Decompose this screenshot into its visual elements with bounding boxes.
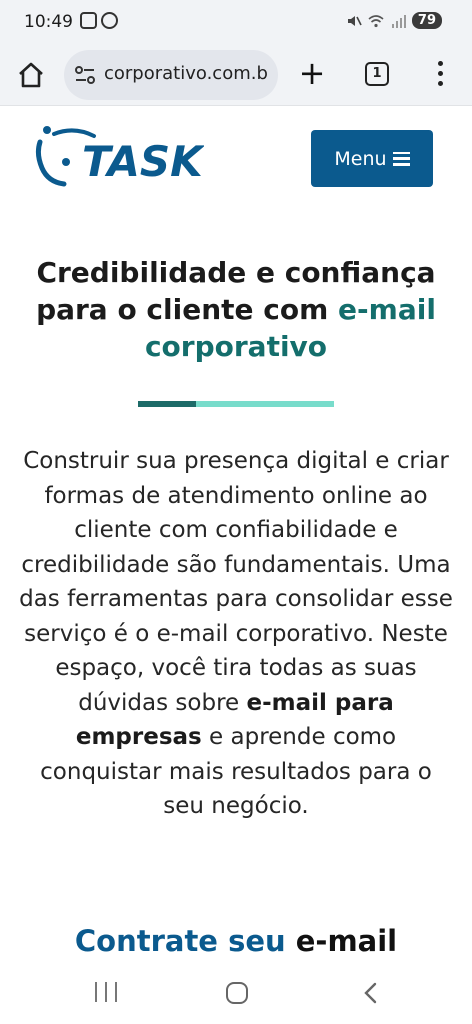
status-left-icons	[80, 12, 118, 29]
battery-icon: 79	[411, 12, 442, 29]
status-bar: 10:49 79	[0, 0, 472, 44]
status-time: 10:49	[24, 12, 73, 32]
logo-text: TASK	[82, 137, 204, 186]
home-circle-icon[interactable]	[226, 982, 248, 1004]
tab-switcher-icon[interactable]: 1	[365, 62, 389, 86]
whatsapp-icon	[101, 12, 118, 29]
browser-toolbar: corporativo.com.br + 1	[0, 44, 472, 106]
wifi-icon	[368, 14, 384, 27]
cta-heading: Contrate seu e-mail	[0, 924, 472, 958]
menu-button[interactable]: Menu	[311, 130, 433, 187]
menu-label: Menu	[334, 147, 387, 170]
system-nav-bar	[0, 970, 472, 1024]
title-divider	[138, 401, 334, 407]
recents-icon[interactable]	[95, 982, 117, 1004]
hamburger-icon	[392, 151, 410, 166]
cta-text-1: Contrate seu	[74, 924, 296, 958]
intro-paragraph: Construir sua presença digital e criar f…	[18, 444, 454, 824]
intro-text-1: Construir sua presença digital e criar f…	[19, 448, 453, 716]
mute-icon	[347, 15, 362, 26]
status-right-icons: 79	[346, 12, 442, 29]
back-icon[interactable]	[360, 982, 382, 1004]
more-menu-icon[interactable]	[432, 58, 448, 92]
cta-text-2: e-mail	[295, 924, 398, 958]
screenshot-icon	[80, 12, 97, 29]
task-logo[interactable]: TASK	[34, 124, 204, 192]
url-text[interactable]: corporativo.com.br	[104, 63, 269, 84]
address-bar[interactable]: corporativo.com.br	[64, 50, 278, 100]
home-icon[interactable]	[16, 60, 46, 90]
site-settings-icon[interactable]	[74, 65, 96, 85]
page-title: Credibilidade e confiança para o cliente…	[14, 254, 458, 365]
signal-icon	[391, 14, 406, 28]
new-tab-plus-icon[interactable]: +	[298, 57, 326, 90]
